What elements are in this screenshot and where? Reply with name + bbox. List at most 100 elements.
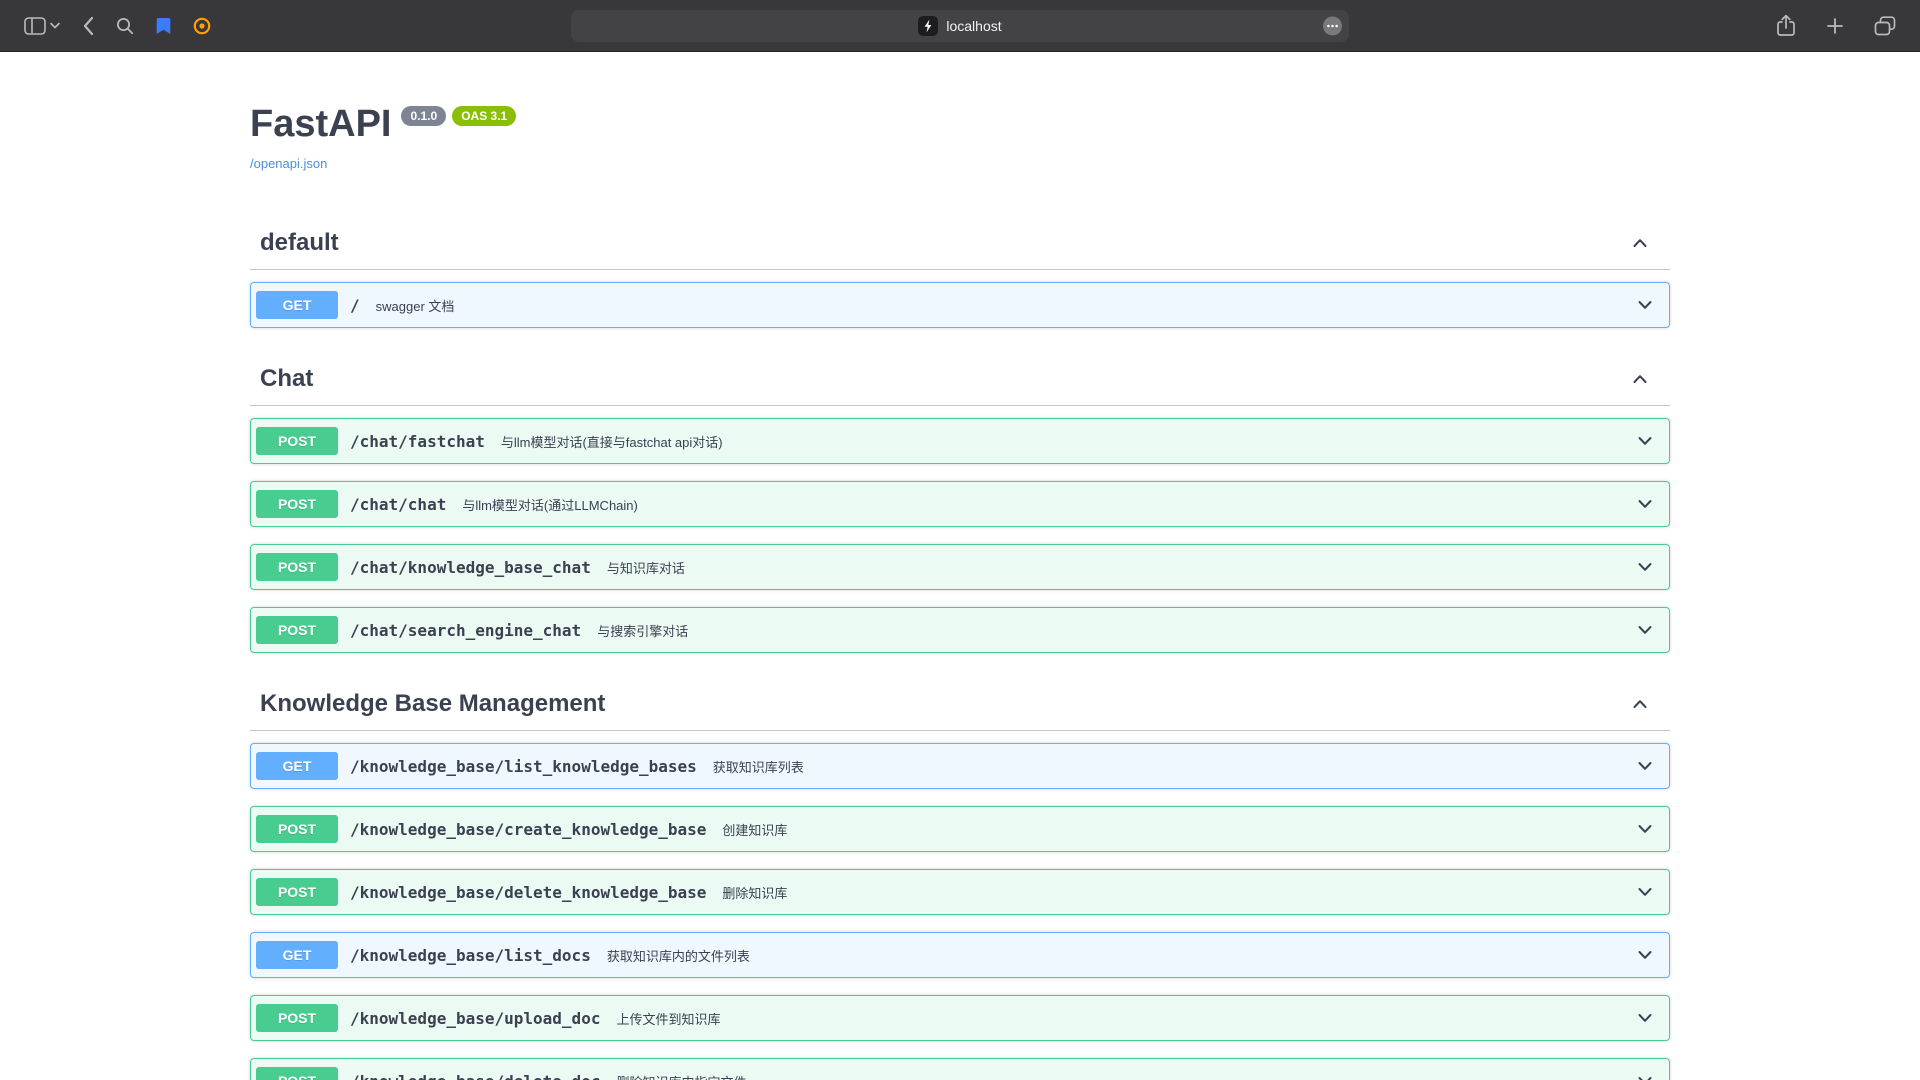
chevron-down-icon [1635, 431, 1655, 451]
chevron-down-icon [1635, 1008, 1655, 1028]
section-header[interactable]: Chat [250, 353, 1670, 406]
endpoint-row[interactable]: POST/chat/fastchat与llm模型对话(直接与fastchat a… [250, 418, 1670, 464]
endpoint-row[interactable]: GET/swagger 文档 [250, 282, 1670, 328]
browser-toolbar: localhost [0, 0, 1920, 52]
address-url-text: localhost [946, 18, 1001, 34]
chevron-down-icon [1635, 945, 1655, 965]
api-sections: default GET/swagger 文档 Chat POST/chat/fastc… [250, 217, 1670, 1080]
new-tab-plus-icon [1826, 17, 1844, 35]
chevron-down-icon [1635, 295, 1655, 315]
endpoint-row[interactable]: GET/knowledge_base/list_knowledge_bases获… [250, 743, 1670, 789]
tabs-overview-icon [1874, 16, 1896, 36]
new-tab-button[interactable] [1818, 11, 1852, 41]
api-section: default GET/swagger 文档 [250, 217, 1670, 353]
back-icon [82, 16, 94, 36]
collapse-section-button[interactable] [1630, 694, 1650, 714]
pinned-tab-target-button[interactable] [185, 11, 219, 41]
chevron-up-icon [1630, 233, 1650, 253]
site-favicon-lightning-icon [918, 16, 938, 36]
toolbar-right-group [1768, 8, 1904, 43]
endpoint-summary: 创建知识库 [722, 820, 787, 839]
openapi-spec-link[interactable]: /openapi.json [250, 156, 327, 171]
endpoint-row[interactable]: POST/chat/chat 与llm模型对话(通过LLMChain) [250, 481, 1670, 527]
method-badge: POST [256, 815, 338, 843]
method-badge: POST [256, 878, 338, 906]
endpoint-path: /knowledge_base/upload_doc [350, 1009, 600, 1028]
title-badges: 0.1.0 OAS 3.1 [401, 106, 516, 126]
endpoint-summary: 删除知识库内指定文件 [616, 1072, 746, 1080]
endpoint-summary: 与llm模型对话(通过LLMChain) [462, 495, 638, 514]
expand-endpoint-button[interactable] [1635, 1071, 1657, 1080]
section-header[interactable]: default [250, 217, 1670, 270]
endpoint-summary: swagger 文档 [376, 296, 455, 315]
search-icon [116, 17, 134, 35]
chevron-down-icon [1635, 1071, 1655, 1080]
method-badge: POST [256, 1067, 338, 1080]
sidebar-toggle-button[interactable] [16, 11, 68, 41]
api-info: FastAPI 0.1.0 OAS 3.1 [250, 102, 1670, 146]
endpoint-row[interactable]: GET/knowledge_base/list_docs获取知识库内的文件列表 [250, 932, 1670, 978]
back-button[interactable] [74, 10, 102, 42]
endpoint-path: /chat/chat [350, 495, 446, 514]
endpoint-row[interactable]: POST/knowledge_base/delete_doc 删除知识库内指定文件 [250, 1058, 1670, 1080]
api-section: Chat POST/chat/fastchat与llm模型对话(直接与fastch… [250, 353, 1670, 678]
website-settings-button[interactable] [1323, 16, 1342, 35]
section-title: default [260, 229, 339, 257]
expand-endpoint-button[interactable] [1635, 431, 1657, 451]
version-badge: 0.1.0 [401, 106, 446, 126]
endpoint-summary: 获取知识库列表 [713, 757, 804, 776]
endpoint-row[interactable]: POST/knowledge_base/upload_doc上传文件到知识库 [250, 995, 1670, 1041]
method-badge: POST [256, 616, 338, 644]
method-badge: GET [256, 291, 338, 319]
endpoint-summary: 删除知识库 [722, 883, 787, 902]
endpoint-summary: 与llm模型对话(直接与fastchat api对话) [501, 432, 723, 451]
page-content: FastAPI 0.1.0 OAS 3.1 /openapi.json defa… [0, 52, 1920, 1080]
expand-endpoint-button[interactable] [1635, 945, 1657, 965]
chevron-down-icon [1635, 557, 1655, 577]
method-badge: POST [256, 427, 338, 455]
expand-endpoint-button[interactable] [1635, 295, 1657, 315]
expand-endpoint-button[interactable] [1635, 557, 1657, 577]
endpoint-row[interactable]: POST/chat/search_engine_chat与搜索引擎对话 [250, 607, 1670, 653]
expand-endpoint-button[interactable] [1635, 620, 1657, 640]
chevron-down-icon [1635, 756, 1655, 776]
address-bar[interactable]: localhost [571, 10, 1349, 42]
endpoint-list: POST/chat/fastchat与llm模型对话(直接与fastchat a… [250, 406, 1670, 678]
collapse-section-button[interactable] [1630, 233, 1650, 253]
target-pin-icon [193, 17, 211, 35]
collapse-section-button[interactable] [1630, 369, 1650, 389]
endpoint-row[interactable]: POST/knowledge_base/delete_knowledge_bas… [250, 869, 1670, 915]
endpoint-summary: 与知识库对话 [607, 558, 685, 577]
tab-overview-button[interactable] [1866, 10, 1904, 42]
search-button[interactable] [108, 11, 142, 41]
api-section: Knowledge Base Management GET/knowledge_b… [250, 678, 1670, 1080]
endpoint-path: /knowledge_base/list_docs [350, 946, 591, 965]
expand-endpoint-button[interactable] [1635, 756, 1657, 776]
sidebar-toggle-icon [24, 17, 46, 35]
expand-endpoint-button[interactable] [1635, 819, 1657, 839]
share-icon [1776, 14, 1796, 37]
chevron-down-icon [1635, 620, 1655, 640]
page-title: FastAPI [250, 102, 391, 146]
endpoint-path: /chat/search_engine_chat [350, 621, 581, 640]
oas-badge: OAS 3.1 [452, 106, 516, 126]
endpoint-list: GET/knowledge_base/list_knowledge_bases获… [250, 731, 1670, 1080]
expand-endpoint-button[interactable] [1635, 882, 1657, 902]
ellipsis-more-icon [1323, 16, 1342, 35]
endpoint-path: /knowledge_base/delete_doc [350, 1072, 600, 1080]
method-badge: POST [256, 490, 338, 518]
method-badge: GET [256, 752, 338, 780]
pinned-tab-bookmark-button[interactable] [148, 11, 179, 41]
expand-endpoint-button[interactable] [1635, 494, 1657, 514]
endpoint-path: /knowledge_base/create_knowledge_base [350, 820, 706, 839]
endpoint-row[interactable]: POST/chat/knowledge_base_chat与知识库对话 [250, 544, 1670, 590]
chevron-up-icon [1630, 694, 1650, 714]
swagger-ui: FastAPI 0.1.0 OAS 3.1 /openapi.json defa… [250, 52, 1670, 1080]
section-header[interactable]: Knowledge Base Management [250, 678, 1670, 731]
share-button[interactable] [1768, 8, 1804, 43]
endpoint-summary: 上传文件到知识库 [616, 1009, 720, 1028]
chevron-down-icon [1635, 882, 1655, 902]
endpoint-row[interactable]: POST/knowledge_base/create_knowledge_bas… [250, 806, 1670, 852]
expand-endpoint-button[interactable] [1635, 1008, 1657, 1028]
endpoint-list: GET/swagger 文档 [250, 270, 1670, 353]
